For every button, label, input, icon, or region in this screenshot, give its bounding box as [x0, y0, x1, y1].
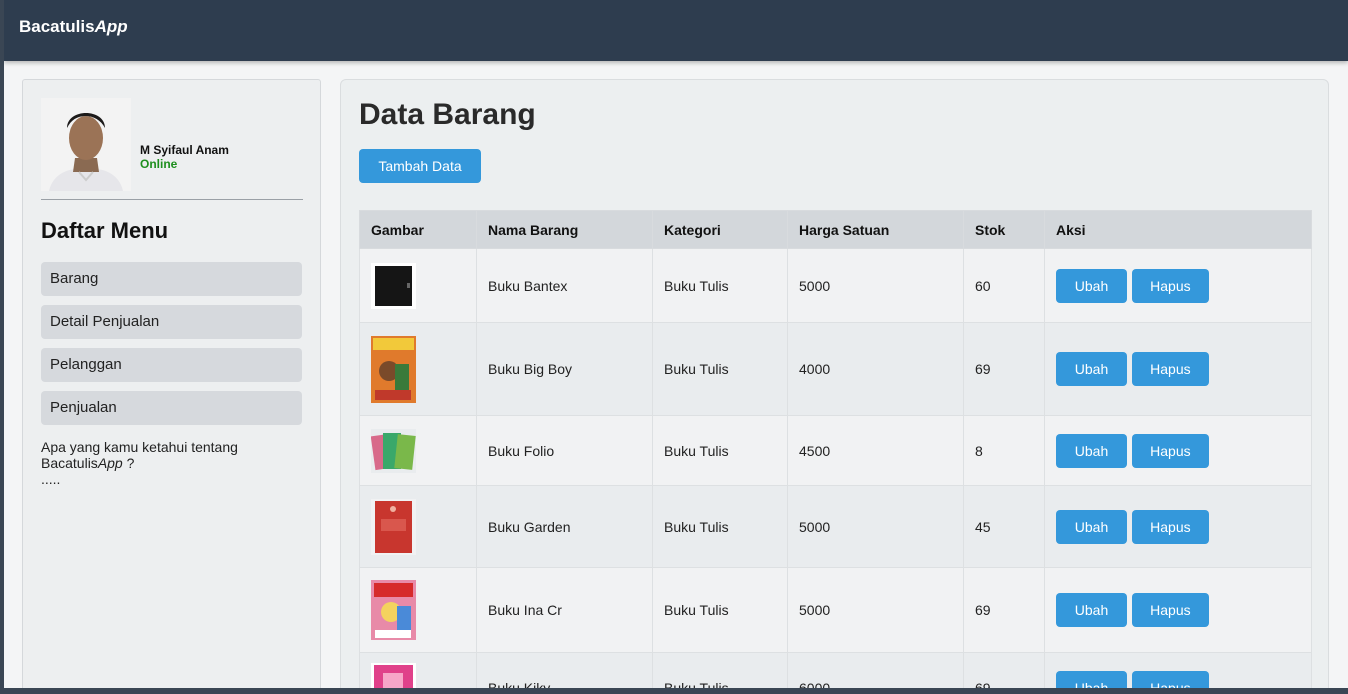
cell-actions: Ubah Hapus — [1044, 485, 1312, 568]
sidebar-item-detail-penjualan[interactable]: Detail Penjualan — [41, 305, 302, 339]
cell-price: 5000 — [787, 248, 964, 323]
cell-category: Buku Tulis — [652, 567, 788, 653]
delete-button[interactable]: Hapus — [1131, 593, 1209, 627]
cell-name: Buku Big Boy — [476, 322, 653, 416]
cell-price: 5000 — [787, 485, 964, 568]
app-brand[interactable]: BacatulisApp — [19, 17, 128, 37]
table-row: Buku Garden Buku Tulis 5000 45 Ubah Hapu… — [359, 485, 1312, 568]
sidebar-item-barang[interactable]: Barang — [41, 262, 302, 296]
cell-image — [359, 567, 477, 653]
delete-button[interactable]: Hapus — [1131, 670, 1209, 688]
edit-button[interactable]: Ubah — [1056, 509, 1127, 544]
cell-price: 4000 — [787, 322, 964, 416]
product-image — [371, 428, 416, 473]
col-header-stok: Stok — [963, 210, 1045, 249]
cell-image — [359, 485, 477, 568]
product-image — [371, 580, 416, 640]
menu-title: Daftar Menu — [41, 218, 169, 243]
cell-category: Buku Tulis — [652, 652, 788, 688]
cell-category: Buku Tulis — [652, 485, 788, 568]
items-table: Gambar Nama Barang Kategori Harga Satuan… — [359, 210, 1312, 688]
sidebar-item-pelanggan[interactable]: Pelanggan — [41, 348, 302, 382]
top-navbar: BacatulisApp — [4, 0, 1348, 61]
product-image — [371, 662, 416, 688]
cell-name: Buku Folio — [476, 415, 653, 486]
table-row: Buku Folio Buku Tulis 4500 8 Ubah Hapus — [359, 415, 1312, 486]
about-line: Apa yang kamu ketahui tentang — [41, 439, 238, 455]
cell-stock: 69 — [963, 567, 1045, 653]
col-header-nama-barang: Nama Barang — [476, 210, 653, 249]
cell-name: Buku Ina Cr — [476, 567, 653, 653]
edit-button[interactable]: Ubah — [1056, 268, 1127, 303]
product-image — [371, 335, 416, 403]
table-row: Buku Ina Cr Buku Tulis 5000 69 Ubah Hapu… — [359, 567, 1312, 653]
cell-actions: Ubah Hapus — [1044, 567, 1312, 653]
avatar — [41, 98, 131, 191]
cell-name: Buku Bantex — [476, 248, 653, 323]
delete-button[interactable]: Hapus — [1131, 352, 1209, 386]
col-header-aksi: Aksi — [1044, 210, 1312, 249]
about-dots: ..... — [41, 471, 61, 487]
cell-actions: Ubah Hapus — [1044, 248, 1312, 323]
edit-button[interactable]: Ubah — [1056, 433, 1127, 468]
col-header-kategori: Kategori — [652, 210, 788, 249]
edit-button[interactable]: Ubah — [1056, 593, 1127, 627]
cell-category: Buku Tulis — [652, 248, 788, 323]
col-header-gambar: Gambar — [359, 210, 477, 249]
cell-stock: 69 — [963, 322, 1045, 416]
cell-actions: Ubah Hapus — [1044, 415, 1312, 486]
edit-button[interactable]: Ubah — [1056, 352, 1127, 386]
sidebar-item-penjualan[interactable]: Penjualan — [41, 391, 302, 425]
cell-price: 4500 — [787, 415, 964, 486]
user-status: Online — [140, 157, 178, 171]
cell-stock: 60 — [963, 248, 1045, 323]
page-title: Data Barang — [359, 98, 536, 131]
table-row: Buku Big Boy Buku Tulis 4000 69 Ubah Hap… — [359, 322, 1312, 416]
sidebar-menu: Barang Detail Penjualan Pelanggan Penjua… — [41, 262, 302, 434]
cell-image — [359, 652, 477, 688]
cell-name: Buku Garden — [476, 485, 653, 568]
product-image — [371, 498, 416, 555]
col-header-harga-satuan: Harga Satuan — [787, 210, 964, 249]
cell-stock: 69 — [963, 652, 1045, 688]
sidebar: M Syifaul Anam Online Daftar Menu Barang… — [22, 79, 321, 688]
cell-price: 5000 — [787, 567, 964, 653]
cell-image — [359, 322, 477, 416]
table-header-row: Gambar Nama Barang Kategori Harga Satuan… — [359, 210, 1312, 249]
cell-stock: 8 — [963, 415, 1045, 486]
cell-actions: Ubah Hapus — [1044, 652, 1312, 688]
product-image — [371, 262, 416, 309]
cell-actions: Ubah Hapus — [1044, 322, 1312, 416]
cell-image — [359, 415, 477, 486]
cell-image — [359, 248, 477, 323]
cell-name: Buku Kiky — [476, 652, 653, 688]
delete-button[interactable]: Hapus — [1131, 433, 1209, 468]
delete-button[interactable]: Hapus — [1131, 268, 1209, 303]
user-name: M Syifaul Anam — [140, 143, 229, 157]
cell-category: Buku Tulis — [652, 415, 788, 486]
about-text: Apa yang kamu ketahui tentang BacatulisA… — [41, 439, 291, 487]
table-row: Buku Kiky Buku Tulis 6000 69 Ubah Hapus — [359, 652, 1312, 688]
page: BacatulisApp M Syifaul Anam Online Dafta… — [4, 0, 1348, 688]
cell-category: Buku Tulis — [652, 322, 788, 416]
user-profile: M Syifaul Anam Online — [41, 98, 303, 200]
add-data-button[interactable]: Tambah Data — [359, 149, 481, 183]
about-brand-line: BacatulisApp ? — [41, 455, 135, 471]
cell-price: 6000 — [787, 652, 964, 688]
delete-button[interactable]: Hapus — [1131, 509, 1209, 544]
main-panel: Data Barang Tambah Data Gambar Nama Bara… — [340, 79, 1329, 688]
cell-stock: 45 — [963, 485, 1045, 568]
edit-button[interactable]: Ubah — [1056, 670, 1127, 688]
table-row: Buku Bantex Buku Tulis 5000 60 Ubah Hapu… — [359, 248, 1312, 323]
